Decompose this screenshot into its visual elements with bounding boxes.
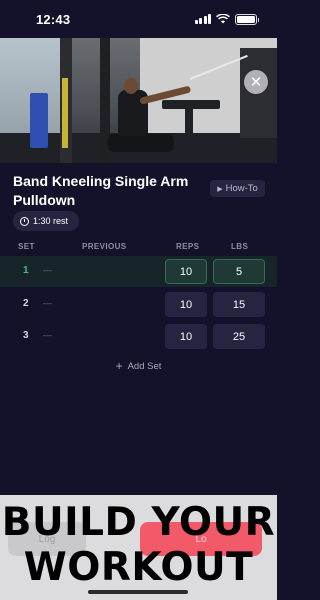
previous-value: — <box>43 330 52 340</box>
column-header-set: SET <box>18 242 35 251</box>
add-set-button[interactable]: + Add Set <box>0 359 277 373</box>
timer-icon <box>20 216 29 226</box>
plus-icon: + <box>115 359 123 373</box>
promo-line-1: BUILD YOUR <box>1 500 276 545</box>
close-icon: ✕ <box>249 73 263 91</box>
status-bar: 12:43 <box>0 0 277 38</box>
previous-value: — <box>43 298 52 308</box>
reps-input[interactable]: 10 <box>165 259 207 284</box>
status-icons <box>194 13 259 25</box>
status-time: 12:43 <box>36 11 71 27</box>
column-header-reps: REPS <box>176 242 200 251</box>
signal-icon <box>194 14 211 24</box>
set-number: 3 <box>23 330 29 341</box>
set-row: 1 — 10 5 <box>0 256 277 287</box>
howto-button[interactable]: ▶ How-To <box>210 180 265 197</box>
close-button[interactable]: ✕ <box>244 70 268 94</box>
video-bench <box>162 100 220 109</box>
add-set-label: Add Set <box>127 360 162 372</box>
set-row: 3 — 10 25 <box>0 321 277 352</box>
column-header-previous: PREVIOUS <box>82 242 127 251</box>
set-number: 2 <box>23 298 29 309</box>
exercise-video[interactable] <box>0 38 277 163</box>
home-indicator <box>88 590 188 594</box>
rest-timer-pill[interactable]: 1:30 rest <box>13 211 79 231</box>
promo-headline: BUILD YOUR WORKOUT <box>0 500 277 590</box>
exercise-title: Band Kneeling Single Arm Pulldown <box>13 173 189 208</box>
lbs-input[interactable]: 15 <box>213 292 265 317</box>
rest-label: 1:30 rest <box>33 216 69 226</box>
previous-value: — <box>43 265 52 275</box>
lbs-input[interactable]: 5 <box>213 259 265 284</box>
play-icon: ▶ <box>217 185 223 193</box>
video-bench-leg <box>185 109 193 139</box>
promo-line-2: WORKOUT <box>23 545 254 590</box>
wifi-icon <box>216 14 230 24</box>
reps-input[interactable]: 10 <box>165 292 207 317</box>
video-person-legs <box>108 134 174 152</box>
set-row: 2 — 10 15 <box>0 289 277 320</box>
battery-icon <box>235 13 259 25</box>
column-header-lbs: LBS <box>231 242 249 251</box>
lbs-input[interactable]: 25 <box>213 324 265 349</box>
howto-label: How-To <box>225 183 258 194</box>
video-yellow-bar <box>62 78 68 148</box>
video-person-head <box>124 78 138 94</box>
set-number: 1 <box>23 265 29 276</box>
reps-input[interactable]: 10 <box>165 324 207 349</box>
video-blue-mat <box>30 93 48 148</box>
